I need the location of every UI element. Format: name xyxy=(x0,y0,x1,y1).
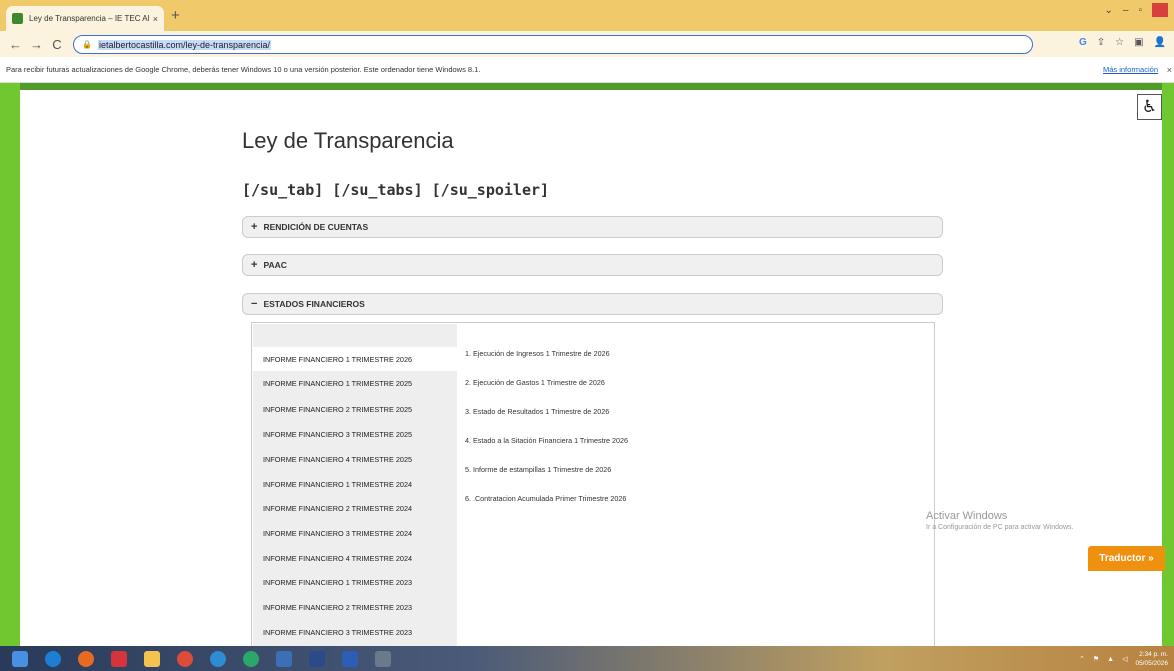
site-favicon-icon xyxy=(12,13,23,24)
side-panel-icon[interactable]: ▣ xyxy=(1134,37,1143,48)
spoiler-rendicion-de-cuentas[interactable]: + RENDICIÓN DE CUENTAS xyxy=(242,216,943,238)
spoiler-estados-financieros[interactable]: − ESTADOS FINANCIEROS xyxy=(242,293,943,315)
browser-toolbar: ← → C 🔒 ietalbertocastilla.com/ley-de-tr… xyxy=(0,31,1174,57)
tab-informe-2-2024[interactable]: INFORME FINANCIERO 2 TRIMESTRE 2024 xyxy=(253,496,457,520)
tab-informe-4-2024[interactable]: INFORME FINANCIERO 4 TRIMESTRE 2024 xyxy=(253,546,457,570)
spoiler-label: PAAC xyxy=(263,260,287,270)
url-text[interactable]: ietalbertocastilla.com/ley-de-transparen… xyxy=(97,39,272,50)
new-tab-button[interactable]: + xyxy=(171,7,180,24)
document-link[interactable]: 6. .Contratacion Acumulada Primer Trimes… xyxy=(465,494,626,503)
tab-informe-1-2026[interactable]: INFORME FINANCIERO 1 TRIMESTRE 2026 xyxy=(253,347,457,371)
browser-tab[interactable]: Ley de Transparencia – IE TEC Al... × xyxy=(6,6,164,31)
network-icon[interactable]: ▲ xyxy=(1107,656,1114,663)
restore-button[interactable]: ▫ xyxy=(1138,5,1142,16)
shortcode-text: [/su_tab] [/su_tabs] [/su_spoiler] xyxy=(242,181,550,199)
tab-informe-1-2023[interactable]: INFORME FINANCIERO 1 TRIMESTRE 2023 xyxy=(253,570,457,594)
vertical-tab-list: INFORME FINANCIERO 1 TRIMESTRE 2026 INFO… xyxy=(253,324,457,653)
infobar-close-icon[interactable]: × xyxy=(1167,65,1172,75)
update-infobar: Para recibir futuras actualizaciones de … xyxy=(0,57,1174,83)
profile-icon[interactable]: 👤 xyxy=(1154,37,1166,48)
spoiler-paac[interactable]: + PAAC xyxy=(242,254,943,276)
volume-icon[interactable]: ◁ xyxy=(1122,655,1127,663)
accessibility-icon[interactable]: ♿ xyxy=(1137,94,1162,120)
document-link[interactable]: 1. Ejecución de Ingresos 1 Trimestre de … xyxy=(465,349,610,358)
window-controls: ⌄ – ▫ xyxy=(1105,0,1168,20)
site-nav-menu[interactable] xyxy=(20,83,1162,90)
clock-date: 05/05/2026 xyxy=(1135,660,1168,667)
tab-informe-3-2023[interactable]: INFORME FINANCIERO 3 TRIMESTRE 2023 xyxy=(253,620,457,644)
lock-icon[interactable]: 🔒 xyxy=(82,40,92,49)
browser-tab-strip: Ley de Transparencia – IE TEC Al... × + … xyxy=(0,0,1174,31)
bookmark-star-icon[interactable]: ☆ xyxy=(1115,37,1124,48)
document-link[interactable]: 2. Ejecución de Gastos 1 Trimestre de 20… xyxy=(465,378,605,387)
share-icon[interactable]: ⇪ xyxy=(1097,37,1105,48)
word-icon[interactable] xyxy=(342,650,358,667)
forward-button[interactable]: → xyxy=(30,37,43,52)
firefox-icon[interactable] xyxy=(78,650,94,667)
app-icon[interactable] xyxy=(276,650,292,667)
clock-time: 2:34 p. m. xyxy=(1139,651,1168,658)
tab-informe-3-2024[interactable]: INFORME FINANCIERO 3 TRIMESTRE 2024 xyxy=(253,521,457,545)
minimize-button[interactable]: – xyxy=(1123,5,1129,16)
windows-taskbar: ⌃ ⚑ ▲ ◁ 2:34 p. m. 05/05/2026 xyxy=(0,646,1174,671)
app-icon[interactable] xyxy=(243,650,259,667)
tab-informe-1-2024[interactable]: INFORME FINANCIERO 1 TRIMESTRE 2024 xyxy=(253,472,457,496)
document-link[interactable]: 4. Estado a la Sitación Financiera 1 Tri… xyxy=(465,436,628,445)
spoiler-label: ESTADOS FINANCIEROS xyxy=(263,299,365,309)
page-content: ♿ Ley de Transparencia [/su_tab] [/su_ta… xyxy=(20,90,1162,653)
tab-informe-3-2025[interactable]: INFORME FINANCIERO 3 TRIMESTRE 2025 xyxy=(253,422,457,446)
app-icon[interactable] xyxy=(375,650,391,667)
minus-icon: − xyxy=(251,298,258,310)
plus-icon: + xyxy=(251,259,258,271)
watermark-title: Activar Windows xyxy=(926,510,1008,522)
spoiler-label: RENDICIÓN DE CUENTAS xyxy=(263,222,369,232)
flag-icon[interactable]: ⚑ xyxy=(1093,655,1099,663)
page-title: Ley de Transparencia xyxy=(242,128,454,153)
chrome-icon[interactable] xyxy=(177,650,193,667)
reload-button[interactable]: C xyxy=(51,37,63,52)
back-button[interactable]: ← xyxy=(9,37,22,52)
tab-informe-4-2025[interactable]: INFORME FINANCIERO 4 TRIMESTRE 2025 xyxy=(253,447,457,471)
document-link[interactable]: 5. Informe de estampillas 1 Trimestre de… xyxy=(465,465,611,474)
page-viewport: ♿ Ley de Transparencia [/su_tab] [/su_ta… xyxy=(0,83,1174,653)
clock[interactable]: 2:34 p. m. 05/05/2026 xyxy=(1135,650,1168,668)
start-icon[interactable] xyxy=(12,650,28,667)
tab-search-icon[interactable]: ⌄ xyxy=(1105,5,1113,16)
tab-informe-2-2025[interactable]: INFORME FINANCIERO 2 TRIMESTRE 2025 xyxy=(253,397,457,421)
financial-reports-tabs: INFORME FINANCIERO 1 TRIMESTRE 2026 INFO… xyxy=(251,322,935,653)
edge-icon[interactable] xyxy=(45,650,61,667)
system-tray: ⌃ ⚑ ▲ ◁ 2:34 p. m. 05/05/2026 xyxy=(1079,650,1168,668)
google-lens-icon[interactable]: G xyxy=(1079,37,1087,48)
translator-button[interactable]: Traductor » xyxy=(1088,546,1165,571)
toolbar-actions: G ⇪ ☆ ▣ 👤 xyxy=(1079,37,1166,48)
activate-windows-watermark: Activar Windows Ir a Configuración de PC… xyxy=(926,510,1073,531)
close-window-button[interactable] xyxy=(1152,3,1168,17)
browser-icon[interactable] xyxy=(210,650,226,667)
watermark-subtitle: Ir a Configuración de PC para activar Wi… xyxy=(926,524,1074,531)
address-bar[interactable]: 🔒 ietalbertocastilla.com/ley-de-transpar… xyxy=(73,35,1033,54)
plus-icon: + xyxy=(251,221,258,233)
tab-informe-2-2023[interactable]: INFORME FINANCIERO 2 TRIMESTRE 2023 xyxy=(253,595,457,619)
file-explorer-icon[interactable] xyxy=(144,650,160,667)
anydesk-icon[interactable] xyxy=(111,650,127,667)
tab-informe-1-2025[interactable]: INFORME FINANCIERO 1 TRIMESTRE 2025 xyxy=(253,371,457,395)
more-info-link[interactable]: Más información xyxy=(1103,65,1158,74)
infobar-message: Para recibir futuras actualizaciones de … xyxy=(6,65,481,74)
tab-close-icon[interactable]: × xyxy=(153,14,158,24)
calendar-icon[interactable] xyxy=(309,650,325,667)
document-link[interactable]: 3. Estado de Resultados 1 Trimestre de 2… xyxy=(465,407,609,416)
tab-title: Ley de Transparencia – IE TEC Al... xyxy=(29,14,149,23)
tray-chevron-icon[interactable]: ⌃ xyxy=(1079,655,1085,663)
